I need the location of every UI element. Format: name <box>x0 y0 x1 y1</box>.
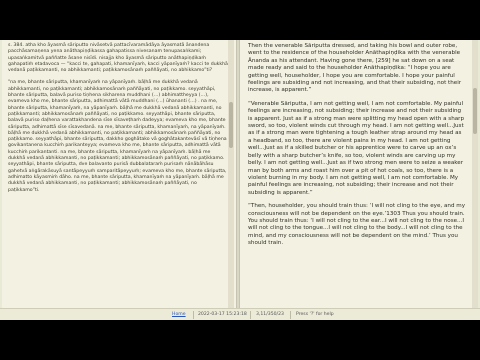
pali-text: s. 384. atha kho āyasmā sāriputto nivāse… <box>8 43 228 200</box>
status-timestamp: 2022-03-17 15:23:18 <box>198 312 247 317</box>
pali-paragraph-1: s. 384. atha kho āyasmā sāriputto nivāse… <box>8 43 228 74</box>
pali-text-pane[interactable]: s. 384. atha kho āyasmā sāriputto nivāse… <box>2 40 236 308</box>
status-hint: Press '?' for help <box>296 312 334 317</box>
english-pane-scroll-thumb[interactable] <box>473 88 477 134</box>
pali-pane-scrollbar[interactable] <box>228 40 234 308</box>
english-paragraph-1: Then the venerable Sāriputta dressed, an… <box>248 43 462 94</box>
english-paragraph-2: “Venerable Sāriputta, I am not getting w… <box>248 100 465 196</box>
pali-paragraph-2: “na me, bhante sāriputta, khamanīyaṁ na … <box>8 80 227 193</box>
status-position: 3,11/350/23 <box>256 312 284 317</box>
home-link[interactable]: Home <box>172 312 186 317</box>
english-text: Then the venerable Sāriputta dressed, an… <box>248 43 466 254</box>
status-bar: Home 2022-03-17 15:23:18 3,11/350/23 Pre… <box>0 308 480 320</box>
english-pane-scrollbar[interactable] <box>472 40 478 308</box>
english-paragraph-3: “Then, householder, you should train thu… <box>248 203 466 247</box>
status-separator <box>193 311 194 319</box>
english-text-pane[interactable]: Then the venerable Sāriputta dressed, an… <box>240 40 472 308</box>
status-separator <box>250 311 251 319</box>
pali-pane-scroll-thumb[interactable] <box>229 102 233 148</box>
reader-window: s. 384. atha kho āyasmā sāriputto nivāse… <box>0 40 480 320</box>
status-separator <box>290 311 291 319</box>
